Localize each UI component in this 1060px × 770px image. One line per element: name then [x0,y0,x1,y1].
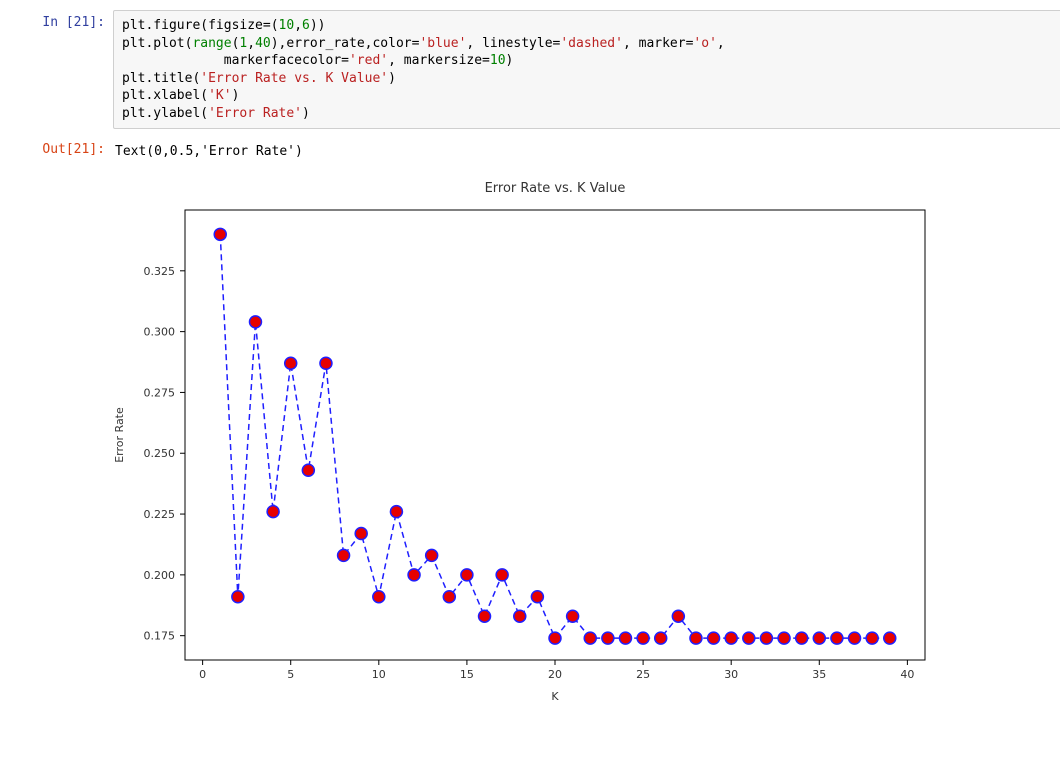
plot-frame [185,210,925,660]
code-block[interactable]: plt.figure(figsize=(10,6)) plt.plot(rang… [113,10,1060,129]
chart-marker [725,632,737,644]
x-tick-label: 20 [548,668,562,681]
input-cell: In [21]: plt.figure(figsize=(10,6)) plt.… [10,10,1060,129]
code-line-6: plt.ylabel('Error Rate') [122,106,310,121]
y-tick-label: 0.200 [144,568,176,581]
x-tick-label: 25 [636,668,650,681]
output-cell: Out[21]: Text(0,0.5,'Error Rate') [10,137,1060,163]
code-line-2: plt.plot(range(1,40),error_rate,color='b… [122,36,725,51]
chart-marker [373,590,385,602]
chart-marker [760,632,772,644]
y-tick-label: 0.250 [144,447,176,460]
chart-marker [619,632,631,644]
chart-marker [549,632,561,644]
chart-marker [496,568,508,580]
y-axis-label: Error Rate [113,407,126,463]
chart-output: Error Rate vs. K Value 0 5 10 15 20 25 30 35 40 K 0… [105,176,1060,706]
chart-marker [214,228,226,240]
chart-marker [426,549,438,561]
chart-marker [390,505,402,517]
chart-marker [778,632,790,644]
chart-marker [531,590,543,602]
output-prompt: Out[21]: [10,137,113,163]
chart-marker [355,527,367,539]
chart-marker [408,568,420,580]
chart-marker [796,632,808,644]
x-tick-label: 5 [287,668,294,681]
chart-marker [249,315,261,327]
chart-marker [602,632,614,644]
x-tick-label: 35 [812,668,826,681]
chart-title: Error Rate vs. K Value [485,181,626,196]
chart-marker [320,357,332,369]
y-tick-label: 0.225 [144,508,176,521]
chart-marker [655,632,667,644]
chart-marker [461,568,473,580]
x-axis-label: K [551,690,559,703]
y-tick-label: 0.175 [144,629,176,642]
chart-marker [267,505,279,517]
chart-marker [849,632,861,644]
code-line-4: plt.title('Error Rate vs. K Value') [122,71,396,86]
code-line-3: markerfacecolor='red', markersize=10) [122,53,513,68]
code-line-5: plt.xlabel('K') [122,88,239,103]
chart-marker [443,590,455,602]
chart-marker [708,632,720,644]
x-tick-label: 40 [900,668,914,681]
chart-marker [672,610,684,622]
chart-marker [584,632,596,644]
chart-marker [866,632,878,644]
x-tick-label: 0 [199,668,206,681]
chart-marker [338,549,350,561]
y-tick-label: 0.300 [144,325,176,338]
x-tick-label: 30 [724,668,738,681]
output-text: Text(0,0.5,'Error Rate') [113,137,1060,163]
chart-marker [285,357,297,369]
error-rate-chart: Error Rate vs. K Value 0 5 10 15 20 25 30 35 40 K 0… [105,176,945,706]
chart-marker [831,632,843,644]
chart-marker [743,632,755,644]
chart-marker [567,610,579,622]
chart-marker [813,632,825,644]
y-tick-label: 0.325 [144,264,176,277]
chart-marker [479,610,491,622]
input-prompt: In [21]: [10,10,113,36]
chart-marker [302,464,314,476]
chart-marker [514,610,526,622]
y-tick-label: 0.275 [144,386,176,399]
x-tick-label: 15 [460,668,474,681]
chart-line [220,234,890,638]
chart-marker [637,632,649,644]
chart-marker [232,590,244,602]
chart-marker [884,632,896,644]
chart-marker [690,632,702,644]
x-tick-label: 10 [372,668,386,681]
code-line-1: plt.figure(figsize=(10,6)) [122,18,326,33]
